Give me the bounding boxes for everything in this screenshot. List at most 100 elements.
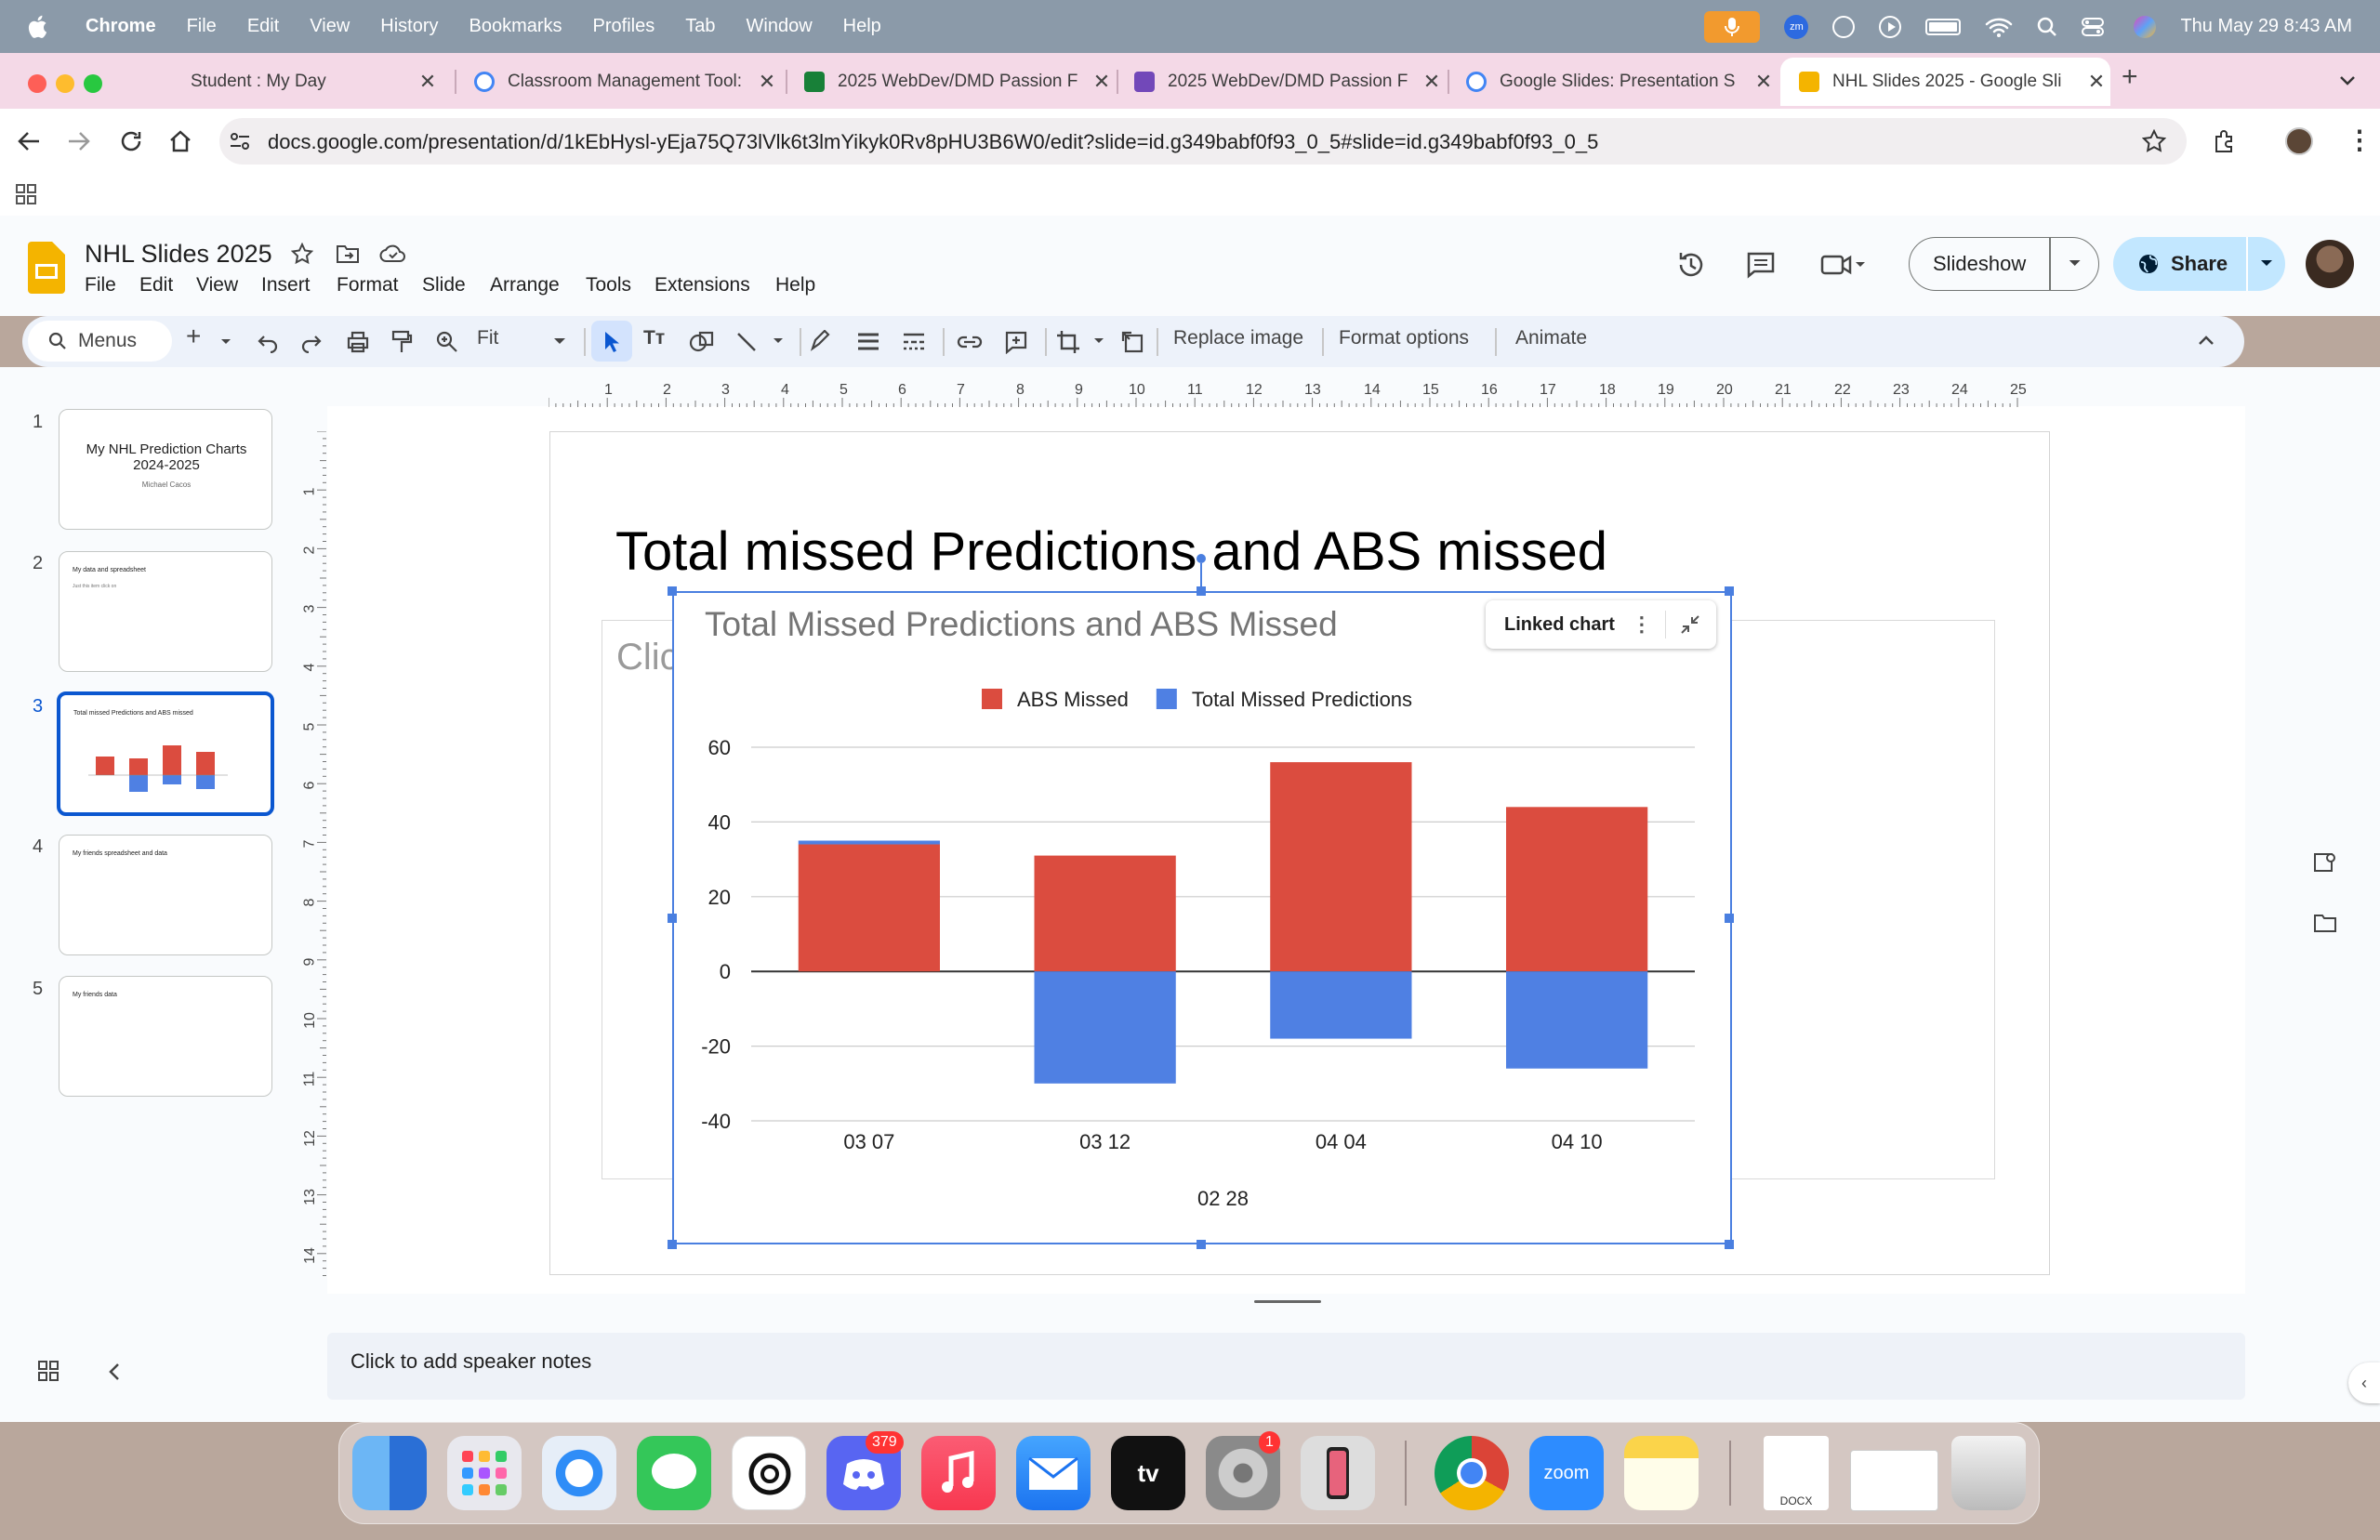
move-folder-icon[interactable] <box>336 244 360 264</box>
doc-menu-arrange[interactable]: Arrange <box>490 274 560 296</box>
cloud-saved-icon[interactable] <box>379 244 407 264</box>
doc-menu-tools[interactable]: Tools <box>586 274 631 296</box>
slideshow-dropdown-icon[interactable] <box>2051 257 2098 270</box>
browser-tab[interactable]: Google Slides: Presentation S ✕ <box>1448 58 1778 106</box>
resize-handle[interactable] <box>1725 914 1734 923</box>
safari-icon[interactable] <box>542 1436 616 1510</box>
crop-dropdown-icon[interactable] <box>1092 336 1105 346</box>
site-settings-icon[interactable] <box>229 130 251 152</box>
new-tab-button[interactable]: + <box>2122 61 2138 93</box>
format-options-button[interactable]: Format options <box>1339 327 1469 349</box>
menu-profiles[interactable]: Profiles <box>593 16 655 37</box>
slide-thumbnail-selected[interactable]: Total missed Predictions and ABS missed <box>57 691 274 816</box>
siri-icon[interactable] <box>2134 15 2157 38</box>
menu-tab[interactable]: Tab <box>685 16 715 37</box>
notes-app-icon[interactable] <box>1624 1436 1699 1510</box>
reload-icon[interactable] <box>119 129 143 153</box>
slide-thumbnail[interactable]: My NHL Prediction Charts 2024-2025 Micha… <box>59 409 272 530</box>
share-dropdown-icon[interactable] <box>2248 257 2285 270</box>
linked-chart-menu-icon[interactable]: ⋮ <box>1632 612 1652 637</box>
trash-icon[interactable] <box>1951 1436 2026 1510</box>
crop-icon[interactable] <box>1056 330 1080 354</box>
grid-view-icon[interactable] <box>38 1361 59 1381</box>
new-slide-icon[interactable]: + <box>186 322 201 351</box>
resize-handle[interactable] <box>1197 1240 1206 1249</box>
doc-menu-slide[interactable]: Slide <box>422 274 466 296</box>
browser-tab[interactable]: 2025 WebDev/DMD Passion F ✕ <box>786 58 1116 106</box>
control-center-icon[interactable] <box>2082 17 2109 37</box>
replace-image-button[interactable]: Replace image <box>1173 327 1303 349</box>
forward-arrow-icon[interactable] <box>67 130 91 152</box>
home-icon[interactable] <box>168 129 192 153</box>
version-history-icon[interactable] <box>1675 249 1707 281</box>
border-weight-icon[interactable] <box>856 332 880 352</box>
doc-menu-view[interactable]: View <box>196 274 238 296</box>
zoom-dropdown-icon[interactable] <box>552 336 567 346</box>
doc-menu-help[interactable]: Help <box>775 274 815 296</box>
border-color-icon[interactable] <box>809 330 831 354</box>
line-icon[interactable] <box>735 331 758 353</box>
close-tab-icon[interactable]: ✕ <box>2082 70 2110 94</box>
spotlight-search-icon[interactable] <box>2037 17 2057 37</box>
share-button[interactable]: Share <box>2113 237 2285 291</box>
zoom-window-preview-icon[interactable] <box>1850 1450 1938 1511</box>
menu-view[interactable]: View <box>310 16 350 37</box>
menu-file[interactable]: File <box>187 16 217 37</box>
zoom-status-icon[interactable]: zm <box>1784 14 1809 39</box>
undo-icon[interactable] <box>257 331 279 353</box>
menu-window[interactable]: Window <box>747 16 813 37</box>
redo-icon[interactable] <box>300 331 323 353</box>
animate-button[interactable]: Animate <box>1515 327 1587 349</box>
doc-menu-edit[interactable]: Edit <box>139 274 173 296</box>
print-icon[interactable] <box>346 330 370 354</box>
window-zoom-button[interactable] <box>84 74 102 93</box>
slide-thumbnail[interactable]: My friends spreadsheet and data <box>59 835 272 955</box>
zoom-select[interactable]: Fit <box>477 327 498 349</box>
chrome-icon[interactable] <box>1435 1436 1509 1510</box>
mail-icon[interactable] <box>1016 1436 1091 1510</box>
tab-search-chevron-icon[interactable] <box>2338 74 2357 87</box>
slides-logo-icon[interactable] <box>28 242 65 294</box>
resize-handle[interactable] <box>1725 586 1734 596</box>
doc-menu-format[interactable]: Format <box>337 274 399 296</box>
launchpad-icon[interactable] <box>447 1436 522 1510</box>
comments-icon[interactable] <box>1746 251 1776 279</box>
slide-thumbnail[interactable]: My data and spreadsheet Just this item c… <box>59 551 272 672</box>
menu-history[interactable]: History <box>380 16 438 37</box>
zoom-app-icon[interactable]: zoom <box>1529 1436 1604 1510</box>
account-avatar[interactable] <box>2306 240 2354 288</box>
unlink-icon[interactable] <box>1679 613 1701 636</box>
back-arrow-icon[interactable] <box>17 130 41 152</box>
window-minimize-button[interactable] <box>56 74 74 93</box>
insert-link-icon[interactable] <box>956 332 984 352</box>
apple-tv-icon[interactable]: tv <box>1111 1436 1185 1510</box>
wifi-icon[interactable] <box>1985 17 2013 37</box>
close-tab-icon[interactable]: ✕ <box>414 70 442 94</box>
docx-file-icon[interactable]: DOCX <box>1764 1436 1829 1510</box>
app-name-menu[interactable]: Chrome <box>86 16 156 37</box>
menubar-clock[interactable]: Thu May 29 8:43 AM <box>2180 16 2352 37</box>
menu-edit[interactable]: Edit <box>247 16 279 37</box>
resize-handle[interactable] <box>668 1240 677 1249</box>
music-icon[interactable] <box>921 1436 996 1510</box>
close-tab-icon[interactable]: ✕ <box>1418 70 1446 94</box>
doc-menu-extensions[interactable]: Extensions <box>654 274 750 296</box>
collapse-toolbar-icon[interactable] <box>2197 334 2215 347</box>
chatgpt-icon[interactable] <box>732 1436 806 1510</box>
doc-menu-file[interactable]: File <box>85 274 116 296</box>
bookmark-star-icon[interactable] <box>2142 129 2166 153</box>
doc-menu-insert[interactable]: Insert <box>261 274 311 296</box>
paint-format-icon[interactable] <box>390 330 413 354</box>
play-status-icon[interactable] <box>1879 15 1902 38</box>
side-panel-folder-icon[interactable] <box>2313 913 2337 933</box>
url-text[interactable]: docs.google.com/presentation/d/1kEbHysl-… <box>268 130 1598 154</box>
extensions-icon[interactable] <box>2213 129 2237 153</box>
resize-handle[interactable] <box>668 586 677 596</box>
microphone-icon[interactable] <box>1704 10 1761 43</box>
meet-camera-icon[interactable] <box>1820 253 1865 277</box>
browser-tab[interactable]: Classroom Management Tool: ✕ <box>456 58 781 106</box>
profile-avatar[interactable] <box>2285 127 2313 155</box>
star-icon[interactable] <box>291 243 313 265</box>
messages-icon[interactable] <box>637 1436 711 1510</box>
close-tab-icon[interactable]: ✕ <box>753 70 781 94</box>
